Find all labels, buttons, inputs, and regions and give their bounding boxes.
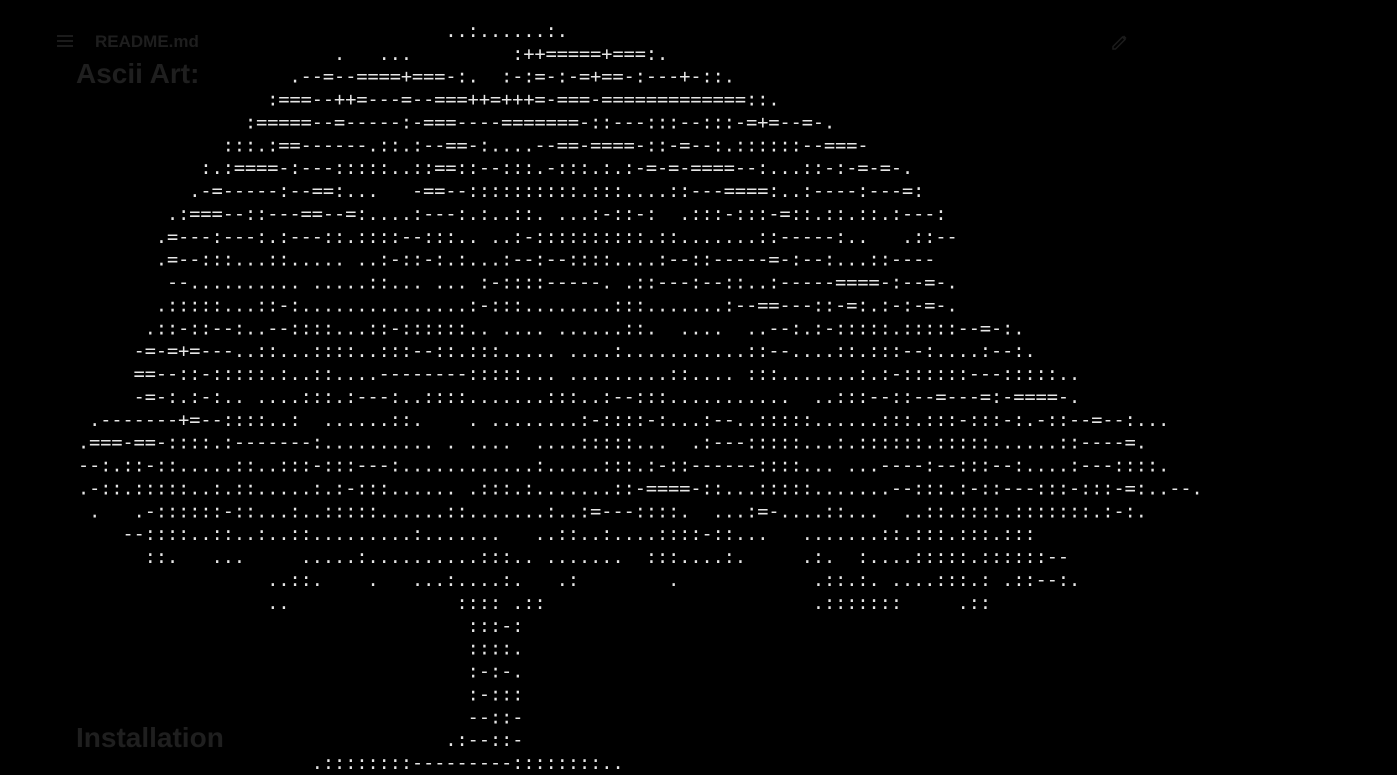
ascii-art-tree: ..:......:. . ... :++=====+===:. .--=--=…	[77, 20, 1203, 775]
installation-heading: Installation	[76, 722, 224, 753]
